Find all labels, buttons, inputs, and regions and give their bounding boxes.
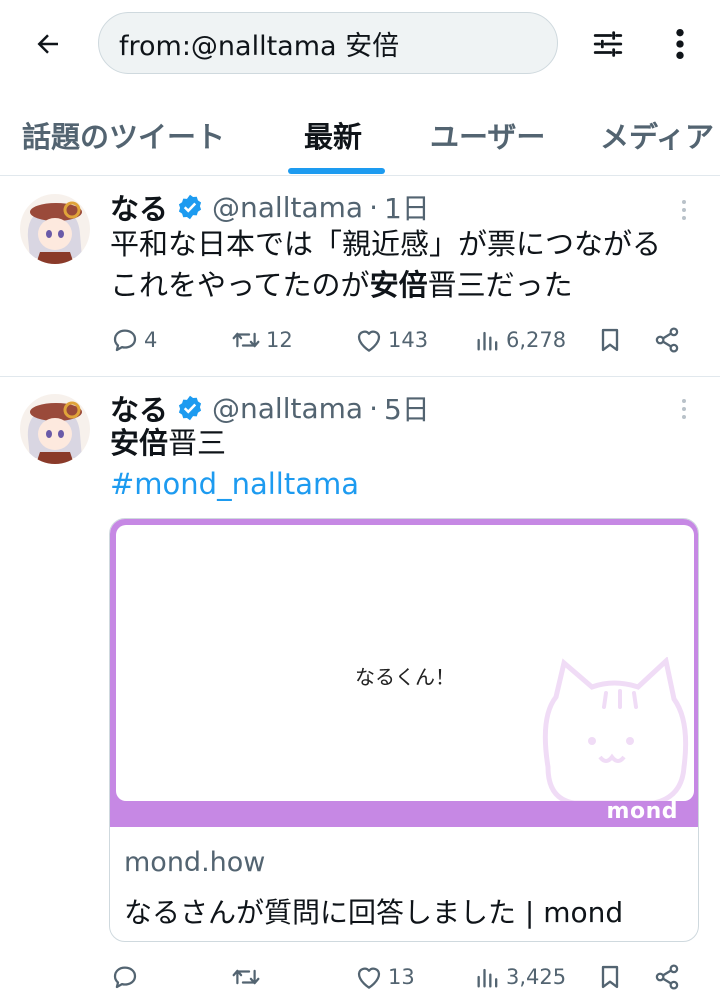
views-button[interactable]: 3,425 — [474, 957, 566, 997]
like-button[interactable]: 143 — [354, 320, 428, 360]
tweet-more-button[interactable] — [672, 393, 696, 425]
like-count: 143 — [388, 328, 429, 352]
tweet-more-button[interactable] — [672, 194, 696, 226]
tweet-text: 安倍晋三 #mond_nalltama — [110, 423, 710, 505]
avatar-image — [20, 194, 90, 264]
more-vertical-icon — [682, 200, 686, 220]
highlighted-term: 安倍 — [369, 268, 428, 302]
back-button[interactable] — [26, 22, 70, 66]
tweet-text-line: 安倍晋三 — [110, 423, 710, 464]
user-handle[interactable]: @nalltama — [212, 191, 363, 224]
mond-logo: mond — [606, 799, 678, 824]
reply-count: 4 — [144, 328, 158, 352]
bookmark-button[interactable] — [596, 320, 624, 360]
tab-people[interactable]: ユーザー — [430, 114, 545, 156]
tab-media[interactable]: メディア — [600, 114, 714, 156]
overflow-menu-button[interactable] — [658, 20, 702, 68]
more-vertical-icon — [676, 28, 684, 60]
share-icon — [655, 327, 679, 353]
display-name[interactable]: なる — [110, 186, 168, 228]
tweet[interactable]: なる @nalltama · 5日 安倍晋三 #mond_nalltama なる… — [0, 377, 720, 1008]
view-count: 6,278 — [506, 328, 567, 352]
text-segment: 晋三だった — [427, 268, 573, 302]
bookmark-icon — [601, 328, 619, 352]
card-image: なるくん！ mond — [110, 519, 698, 827]
retweet-icon — [232, 332, 260, 348]
tweet[interactable]: なる @nalltama · 1日 平和な日本では「親近感」が票につながる これ… — [0, 176, 720, 376]
analytics-icon — [477, 968, 498, 988]
text-segment: これをやってたのが — [110, 268, 370, 302]
highlighted-term: 安倍 — [110, 426, 169, 460]
views-button[interactable]: 6,278 — [474, 320, 566, 360]
tweet-text: 平和な日本では「親近感」が票につながる これをやってたのが安倍晋三だった — [110, 224, 710, 306]
text-segment: 晋三 — [168, 426, 227, 460]
tweet-time[interactable]: 5日 — [384, 388, 430, 428]
retweet-icon — [232, 969, 260, 985]
card-domain: mond.how — [124, 847, 266, 878]
retweet-count: 12 — [266, 328, 293, 352]
search-filter-button[interactable] — [584, 20, 632, 68]
share-icon — [655, 964, 679, 990]
search-tabs: 話題のツイート 最新 ユーザー メディア — [0, 96, 720, 176]
reply-button[interactable] — [110, 957, 144, 997]
bookmark-icon — [601, 965, 619, 989]
avatar[interactable] — [20, 194, 90, 264]
separator-dot: · — [369, 190, 378, 224]
sliders-icon — [593, 31, 623, 57]
back-arrow-icon — [37, 34, 58, 54]
avatar-image — [20, 394, 90, 464]
heart-icon — [357, 330, 381, 352]
tab-top[interactable]: 話題のツイート — [22, 114, 225, 156]
like-button[interactable]: 13 — [354, 957, 415, 997]
retweet-button[interactable] — [230, 957, 266, 997]
tweet-header: なる @nalltama · 1日 — [110, 186, 430, 228]
reply-icon — [113, 329, 137, 352]
search-query: from:@nalltama 安倍 — [119, 30, 400, 62]
cat-illustration-icon — [542, 657, 689, 801]
active-tab-indicator — [288, 168, 385, 174]
more-vertical-icon — [682, 399, 686, 419]
tweet-text-line: 平和な日本では「親近感」が票につながる — [110, 227, 662, 261]
share-button[interactable] — [652, 957, 682, 997]
analytics-icon — [477, 331, 498, 351]
reply-button[interactable]: 4 — [110, 320, 157, 360]
tab-latest[interactable]: 最新 — [304, 114, 362, 156]
tweet-actions: 4 12 143 6,278 — [110, 320, 710, 360]
tweet-actions: 13 3,425 — [110, 957, 710, 997]
view-count: 3,425 — [506, 965, 567, 989]
top-bar: from:@nalltama 安倍 — [0, 0, 720, 88]
verified-badge-icon — [176, 394, 204, 422]
share-button[interactable] — [652, 320, 682, 360]
separator-dot: · — [369, 391, 378, 425]
verified-badge-icon — [176, 193, 204, 221]
search-input[interactable]: from:@nalltama 安倍 — [98, 12, 558, 74]
user-handle[interactable]: @nalltama — [212, 392, 363, 425]
avatar[interactable] — [20, 394, 90, 464]
heart-icon — [357, 967, 381, 989]
bookmark-button[interactable] — [596, 957, 624, 997]
like-count: 13 — [388, 965, 415, 989]
card-question-panel: なるくん！ — [116, 525, 694, 801]
tweet-time[interactable]: 1日 — [384, 187, 430, 227]
hashtag-link[interactable]: #mond_nalltama — [110, 464, 710, 505]
reply-icon — [113, 966, 137, 989]
tweet-text-line: これをやってたのが安倍晋三だった — [110, 265, 710, 306]
card-title: なるさんが質問に回答しました | mond — [124, 896, 624, 929]
retweet-button[interactable]: 12 — [230, 320, 293, 360]
link-card[interactable]: なるくん！ mond mond.how なるさんが質問に回答しました | mon… — [109, 518, 699, 942]
